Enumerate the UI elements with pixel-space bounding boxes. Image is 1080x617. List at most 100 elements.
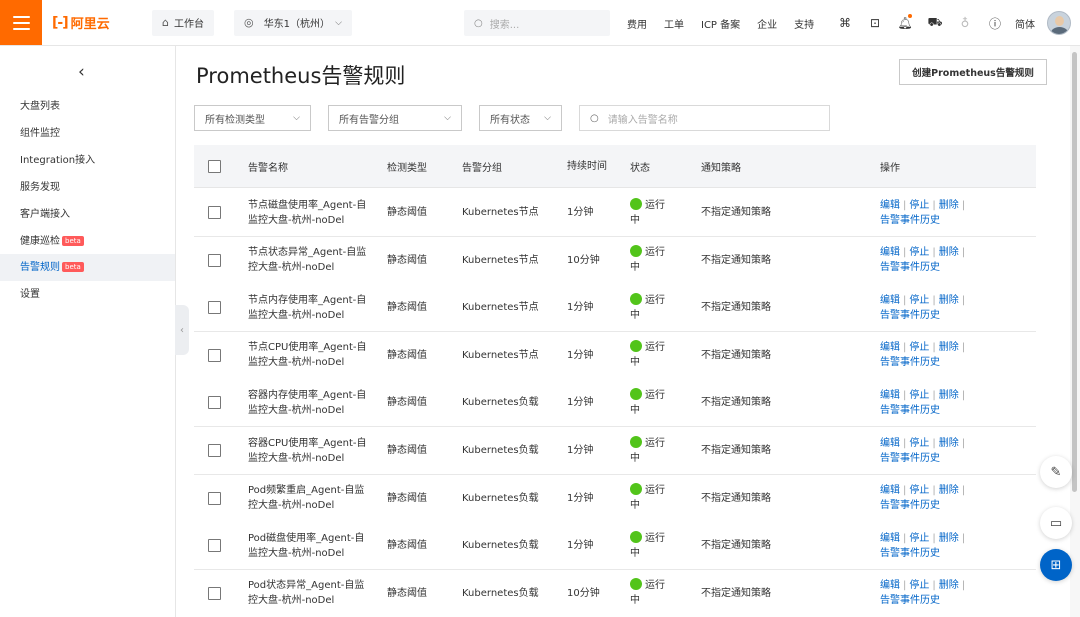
help-icon[interactable]: ⓘ <box>980 15 1010 32</box>
alert-history-link[interactable]: 告警事件历史 <box>880 405 940 416</box>
edit-link[interactable]: 编辑 <box>880 533 900 544</box>
region-selector[interactable]: ◎ 华东1（杭州） ⌵ <box>233 9 352 36</box>
stop-link[interactable]: 停止 <box>909 485 929 496</box>
alert-name-cell[interactable]: 容器内存使用率_Agent-自监控大盘-杭州-noDel <box>248 379 368 426</box>
sidebar-item-client-access[interactable]: 客户端接入 <box>0 201 175 228</box>
cart-icon[interactable]: ⛟ <box>920 15 950 31</box>
alert-name-cell[interactable]: 节点磁盘使用率_Agent-自监控大盘-杭州-noDel <box>248 189 368 236</box>
global-search-input[interactable]: ○ 搜索... <box>464 10 610 36</box>
cloud-shell-icon[interactable]: ⌘ <box>830 16 860 30</box>
page-scrollbar[interactable] <box>1070 46 1080 617</box>
delete-link[interactable]: 删除 <box>939 247 959 258</box>
delete-link[interactable]: 删除 <box>939 485 959 496</box>
alert-history-link[interactable]: 告警事件历史 <box>880 548 940 559</box>
alert-history-link[interactable]: 告警事件历史 <box>880 310 940 321</box>
row-checkbox[interactable] <box>208 539 221 553</box>
language-switch[interactable]: 简体 <box>1015 16 1035 31</box>
edit-link[interactable]: 编辑 <box>880 342 900 353</box>
edit-link[interactable]: 编辑 <box>880 438 900 449</box>
alert-name-cell[interactable]: Pod状态异常_Agent-自监控大盘-杭州-noDel <box>248 570 368 617</box>
sidebar-item-integration[interactable]: Integration接入 <box>0 147 175 174</box>
row-checkbox[interactable] <box>208 444 221 457</box>
status-cell: 运行中 <box>630 332 672 379</box>
lightbulb-icon[interactable]: ♁ <box>950 16 980 30</box>
status-cell: 运行中 <box>630 522 672 569</box>
top-link-support[interactable]: 支持 <box>794 16 814 31</box>
back-chevron-icon[interactable]: ‹ <box>78 62 85 82</box>
row-checkbox[interactable] <box>208 253 221 267</box>
stop-link[interactable]: 停止 <box>909 200 929 211</box>
alert-name-cell[interactable]: Pod磁盘使用率_Agent-自监控大盘-杭州-noDel <box>248 522 368 569</box>
row-checkbox[interactable] <box>208 348 221 362</box>
sidebar-item-label: 大盘列表 <box>20 101 60 112</box>
sidebar-item-health-check[interactable]: 健康巡检 beta <box>0 228 175 255</box>
feedback-edit-icon[interactable]: ✎ <box>1040 456 1072 488</box>
delete-link[interactable]: 删除 <box>939 200 959 211</box>
terminal-icon[interactable]: ⊡ <box>860 16 890 30</box>
scrollbar-thumb[interactable] <box>1072 52 1077 492</box>
delete-link[interactable]: 删除 <box>939 580 959 591</box>
apps-grid-icon[interactable]: ⊞ <box>1040 549 1072 581</box>
alert-history-link[interactable]: 告警事件历史 <box>880 595 940 606</box>
row-checkbox[interactable] <box>208 491 221 505</box>
alert-history-link[interactable]: 告警事件历史 <box>880 262 940 273</box>
select-all-checkbox[interactable] <box>208 160 221 173</box>
sidebar-item-component-monitoring[interactable]: 组件监控 <box>0 120 175 147</box>
workbench-button[interactable]: ⌂ 工作台 <box>152 9 214 36</box>
stop-link[interactable]: 停止 <box>909 580 929 591</box>
alert-name-cell[interactable]: 节点状态异常_Agent-自监控大盘-杭州-noDel <box>248 237 368 284</box>
stop-link[interactable]: 停止 <box>909 247 929 258</box>
alert-name-cell[interactable]: Pod频繁重启_Agent-自监控大盘-杭州-noDel <box>248 475 368 522</box>
delete-link[interactable]: 删除 <box>939 438 959 449</box>
alert-name-search-input[interactable]: ○ 请输入告警名称 <box>579 105 830 131</box>
sidebar-item-dashboards[interactable]: 大盘列表 <box>0 93 175 120</box>
edit-link[interactable]: 编辑 <box>880 580 900 591</box>
aliyun-logo[interactable]: [-] 阿里云 <box>52 13 132 33</box>
stop-link[interactable]: 停止 <box>909 438 929 449</box>
user-avatar[interactable] <box>1047 11 1071 35</box>
delete-link[interactable]: 删除 <box>939 390 959 401</box>
row-checkbox[interactable] <box>208 206 221 219</box>
edit-link[interactable]: 编辑 <box>880 485 900 496</box>
sidebar-item-service-discovery[interactable]: 服务发现 <box>0 174 175 201</box>
sidebar-item-settings[interactable]: 设置 <box>0 281 175 308</box>
edit-link[interactable]: 编辑 <box>880 247 900 258</box>
detect-type-cell: 静态阈值 <box>387 349 427 361</box>
stop-link[interactable]: 停止 <box>909 342 929 353</box>
notify-policy-cell: 不指定通知策略 <box>701 207 771 218</box>
stop-link[interactable]: 停止 <box>909 533 929 544</box>
row-checkbox[interactable] <box>208 301 221 315</box>
top-icon-group: ⌘ ⊡ 🔔︎ ⛟ ♁ ⓘ 简体 <box>830 0 1035 46</box>
row-checkbox[interactable] <box>208 586 221 600</box>
chat-icon[interactable]: ▭ <box>1040 507 1072 539</box>
stop-link[interactable]: 停止 <box>909 295 929 306</box>
delete-link[interactable]: 删除 <box>939 342 959 353</box>
sidebar-collapse-handle[interactable]: ‹ <box>175 305 189 355</box>
create-alert-rule-button[interactable]: 创建Prometheus告警规则 <box>899 59 1047 85</box>
top-link-icp[interactable]: ICP 备案 <box>701 16 740 31</box>
alert-history-link[interactable]: 告警事件历史 <box>880 357 940 368</box>
alert-name-cell[interactable]: 容器CPU使用率_Agent-自监控大盘-杭州-noDel <box>248 427 368 474</box>
status-select[interactable]: 所有状态 ⌵ <box>479 105 562 131</box>
sidebar-item-alert-rules[interactable]: 告警规则 beta <box>0 254 175 281</box>
sidebar-item-label: 告警规则 <box>20 262 60 273</box>
top-link-billing[interactable]: 费用 <box>627 16 647 31</box>
hamburger-menu-icon[interactable] <box>0 0 42 45</box>
delete-link[interactable]: 删除 <box>939 533 959 544</box>
alert-history-link[interactable]: 告警事件历史 <box>880 215 940 226</box>
bell-icon[interactable]: 🔔︎ <box>890 14 920 30</box>
edit-link[interactable]: 编辑 <box>880 200 900 211</box>
alert-name-cell[interactable]: 节点内存使用率_Agent-自监控大盘-杭州-noDel <box>248 284 368 331</box>
alert-group-select[interactable]: 所有告警分组 ⌵ <box>328 105 462 131</box>
edit-link[interactable]: 编辑 <box>880 390 900 401</box>
detect-type-select[interactable]: 所有检测类型 ⌵ <box>194 105 311 131</box>
alert-name-cell[interactable]: 节点CPU使用率_Agent-自监控大盘-杭州-noDel <box>248 332 368 379</box>
alert-history-link[interactable]: 告警事件历史 <box>880 500 940 511</box>
row-checkbox[interactable] <box>208 396 221 410</box>
top-link-enterprise[interactable]: 企业 <box>757 16 777 31</box>
delete-link[interactable]: 删除 <box>939 295 959 306</box>
alert-history-link[interactable]: 告警事件历史 <box>880 453 940 464</box>
edit-link[interactable]: 编辑 <box>880 295 900 306</box>
top-link-ticket[interactable]: 工单 <box>664 16 684 31</box>
stop-link[interactable]: 停止 <box>909 390 929 401</box>
